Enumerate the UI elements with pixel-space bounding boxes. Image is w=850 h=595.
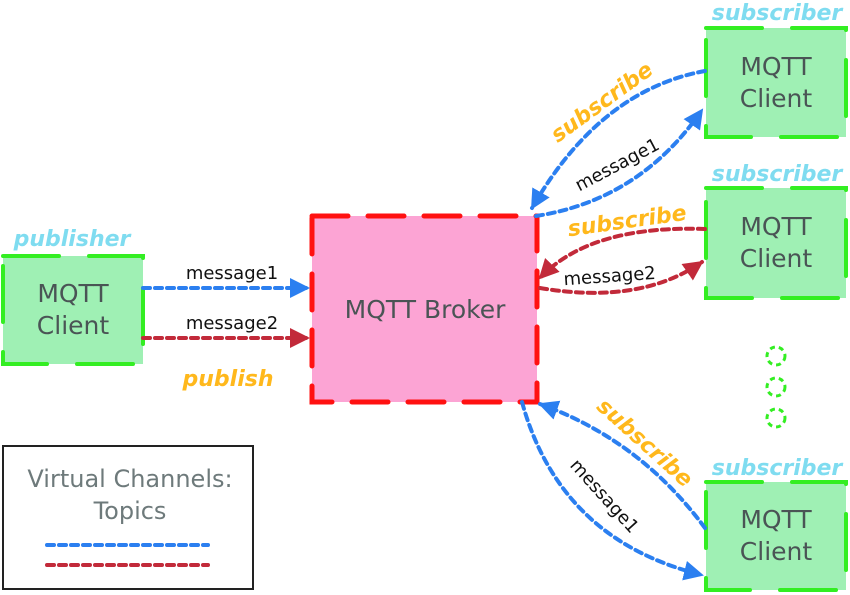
broker-label: MQTT Broker bbox=[345, 295, 506, 324]
subscriber-node-3[interactable]: subscriber MQTT Client bbox=[704, 456, 848, 592]
ellipsis-dot-1 bbox=[765, 345, 787, 367]
ellipsis-dot-2 bbox=[765, 376, 787, 398]
subscriber-2-box bbox=[704, 186, 848, 300]
subscriber-3-role-label: subscriber bbox=[712, 456, 844, 481]
mqtt-diagram: MQTT Broker publisher MQTT Client messag… bbox=[1, 1, 848, 592]
publisher-node[interactable]: publisher MQTT Client bbox=[1, 227, 145, 366]
legend: Virtual Channels: Topics bbox=[2, 445, 254, 590]
subscriber-2-role-label: subscriber bbox=[712, 162, 844, 187]
subscriber-node-2[interactable]: subscriber MQTT Client bbox=[704, 162, 848, 300]
subscriber-1-box bbox=[704, 26, 848, 139]
publisher-role-label: publisher bbox=[13, 227, 132, 252]
subscriber-1-line1: MQTT bbox=[740, 52, 812, 81]
subscribe-3-action-label: subscribe bbox=[592, 394, 698, 493]
legend-title-line2: Topics bbox=[93, 497, 167, 525]
subscriber-3-box bbox=[704, 480, 848, 592]
publisher-line2: Client bbox=[37, 311, 110, 340]
subscriber-2-line2: Client bbox=[740, 244, 813, 273]
broker-node[interactable]: MQTT Broker bbox=[309, 213, 540, 405]
publisher-box bbox=[1, 254, 145, 366]
publish-message1-label: message1 bbox=[186, 263, 278, 284]
subscriber-1-line2: Client bbox=[740, 84, 813, 113]
publish-action-label: publish bbox=[182, 367, 274, 392]
subscriber-1-role-label: subscriber bbox=[712, 1, 844, 26]
subscriber-node-1[interactable]: subscriber MQTT Client bbox=[704, 1, 848, 139]
subscriber-3-line2: Client bbox=[740, 537, 813, 566]
subscriber-3-line1: MQTT bbox=[740, 505, 812, 534]
legend-title-line1: Virtual Channels: bbox=[27, 465, 232, 493]
subscribe-3-message-label: message1 bbox=[565, 455, 642, 538]
subscriber-2-line1: MQTT bbox=[740, 212, 812, 241]
publisher-line1: MQTT bbox=[37, 279, 109, 308]
publish-message2-label: message2 bbox=[186, 313, 278, 334]
ellipsis-dot-3 bbox=[765, 407, 787, 429]
subscribe-1-action-label: subscribe bbox=[546, 57, 658, 148]
